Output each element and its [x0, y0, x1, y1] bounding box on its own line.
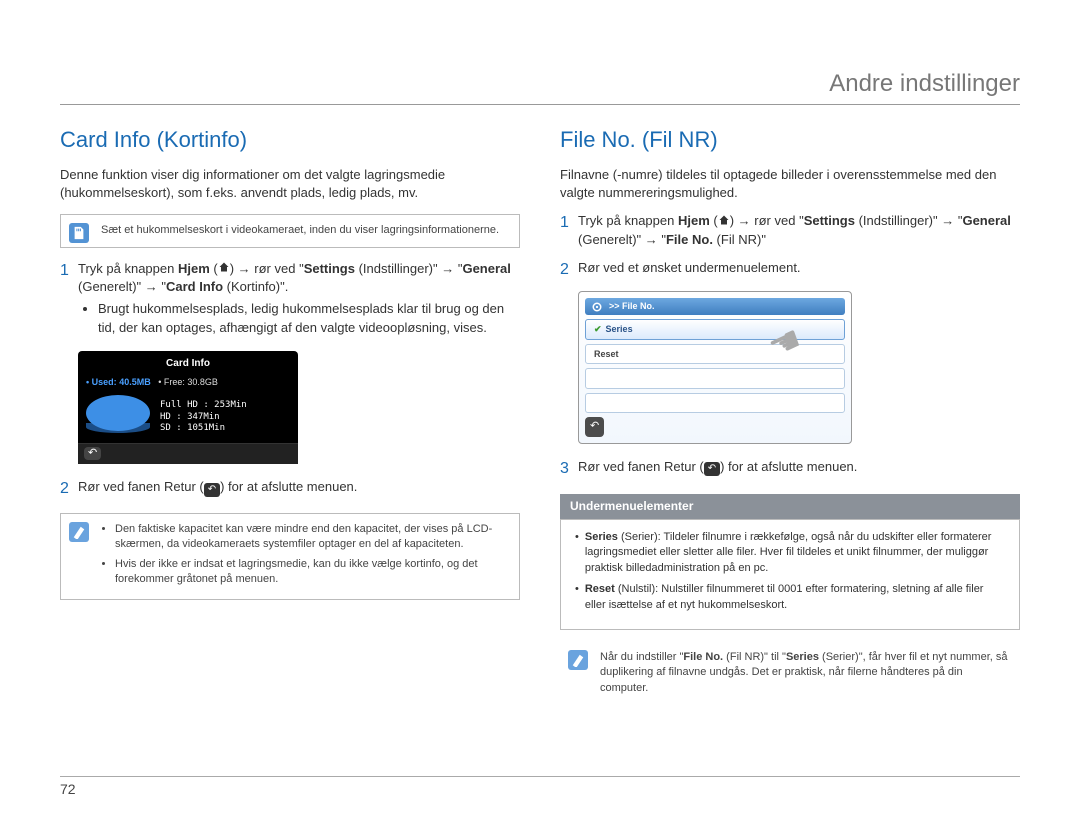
insert-card-note: Sæt et hukommelseskort i videokameraet, … — [60, 214, 520, 247]
ci-used-label: Used: — [92, 377, 117, 387]
def-series-label: Series — [585, 531, 618, 543]
info-icon — [568, 650, 588, 670]
text-bold: Hjem — [178, 261, 210, 276]
text-bold: Series — [786, 651, 819, 663]
def-reset-paren: (Nulstil): — [618, 583, 661, 595]
text: (Indstillinger)" → " — [355, 261, 462, 276]
def-reset-label: Reset — [585, 583, 615, 595]
insert-card-note-text: Sæt et hukommelseskort i videokameraet, … — [101, 224, 499, 236]
file-no-intro: Filnavne (-numre) tildeles til optagede … — [560, 166, 1020, 202]
step2-text: Rør ved et ønsket undermenuelement. — [578, 259, 1020, 281]
text-bold: Card Info — [166, 279, 223, 294]
note-bullet-2: Hvis der ikke er indsat et lagringsmedie… — [115, 557, 509, 588]
check-icon: ✔ — [594, 324, 602, 334]
text-bold: File No. — [683, 651, 723, 663]
step-number: 1 — [60, 260, 78, 341]
section-card-info-heading: Card Info (Kortinfo) — [60, 125, 520, 156]
text: Rør ved fanen Retur ( — [578, 459, 704, 474]
text: (Generelt)" → " — [578, 232, 666, 247]
step-number: 1 — [560, 212, 578, 249]
home-icon — [218, 260, 230, 278]
text-bold: Settings — [804, 213, 855, 228]
step-number: 2 — [60, 478, 78, 500]
step1-bullet: Brugt hukommelsesplads, ledig hukommelse… — [98, 300, 520, 336]
pie-chart-icon — [86, 395, 150, 439]
section-file-no-heading: File No. (Fil NR) — [560, 125, 1020, 156]
step-number: 2 — [560, 259, 578, 281]
text: (Fil NR)" til " — [723, 651, 786, 663]
text: Når du indstiller " — [600, 651, 683, 663]
text: (Generelt)" → " — [78, 279, 166, 294]
note-bullet-1: Den faktiske kapacitet kan være mindre e… — [115, 522, 509, 553]
text: → rør ved " — [238, 261, 304, 276]
left-step-2: 2 Rør ved fanen Retur (↶) for at afslutt… — [60, 478, 520, 500]
text: (Indstillinger)" → " — [855, 213, 962, 228]
ci-row-sd: SD : 1051Min — [160, 423, 247, 435]
card-info-screenshot: Card Info • Used: 40.5MB • Free: 30.8GB … — [78, 351, 298, 465]
text: ) for at afslutte menuen. — [720, 459, 857, 474]
capacity-note: Den faktiske kapacitet kan være mindre e… — [60, 513, 520, 601]
memory-card-icon — [69, 223, 89, 243]
fn-option-empty — [585, 393, 845, 414]
right-step-2: 2 Rør ved et ønsket undermenuelement. — [560, 259, 1020, 281]
text-bold: General — [962, 213, 1010, 228]
text: ) for at afslutte menuen. — [220, 479, 357, 494]
step-number: 3 — [560, 458, 578, 480]
fn-path: >> File No. — [609, 300, 655, 313]
file-no-final-note: Når du indstiller "File No. (Fil NR)" ti… — [560, 642, 1020, 704]
text-bold: General — [462, 261, 510, 276]
file-no-screenshot: >> File No. ✔Series Reset ↶ ☚ — [578, 291, 852, 443]
text: Tryk på knappen — [578, 213, 678, 228]
text: (Kortinfo)". — [223, 279, 288, 294]
gear-icon — [591, 301, 603, 313]
footer-rule — [60, 776, 1020, 777]
return-icon: ↶ — [704, 458, 720, 476]
home-icon — [718, 213, 730, 231]
left-column: Card Info (Kortinfo) Denne funktion vise… — [60, 125, 520, 716]
return-icon: ↶ — [204, 479, 220, 497]
return-icon: ↶ — [585, 417, 604, 436]
card-info-intro: Denne funktion viser dig informationer o… — [60, 166, 520, 202]
left-step-1: 1 Tryk på knappen Hjem () → rør ved "Set… — [60, 260, 520, 341]
text: Tryk på knappen — [78, 261, 178, 276]
text-bold: File No. — [666, 232, 713, 247]
fn-opt1-label: Series — [606, 324, 633, 334]
fn-option-series: ✔ Series — [585, 319, 845, 340]
ci-free-value: 30.8GB — [187, 377, 218, 387]
ci-row-hd: HD : 347Min — [160, 412, 247, 424]
info-icon — [69, 522, 89, 542]
submenu-definitions: • Series (Serier): Tildeler filnumre i r… — [560, 519, 1020, 630]
text: Rør ved fanen Retur ( — [78, 479, 204, 494]
submenu-header: Undermenuelementer — [560, 494, 1020, 519]
text: (Fil NR)" — [713, 232, 766, 247]
text-bold: Hjem — [678, 213, 710, 228]
return-icon: ↶ — [84, 447, 101, 460]
ci-free-label: Free: — [164, 377, 185, 387]
right-column: File No. (Fil NR) Filnavne (-numre) tild… — [560, 125, 1020, 716]
ci-used-value: 40.5MB — [119, 377, 151, 387]
right-step-3: 3 Rør ved fanen Retur (↶) for at afslutt… — [560, 458, 1020, 480]
text: → rør ved " — [738, 213, 804, 228]
page-number: 72 — [60, 781, 76, 797]
fn-option-empty — [585, 368, 845, 389]
page-header: Andre indstillinger — [60, 70, 1020, 105]
right-step-1: 1 Tryk på knappen Hjem () → rør ved "Set… — [560, 212, 1020, 249]
text-bold: Settings — [304, 261, 355, 276]
ci-row-fullhd: Full HD : 253Min — [160, 400, 247, 412]
ci-title: Card Info — [78, 357, 298, 373]
def-series-paren: (Serier): — [621, 531, 664, 543]
